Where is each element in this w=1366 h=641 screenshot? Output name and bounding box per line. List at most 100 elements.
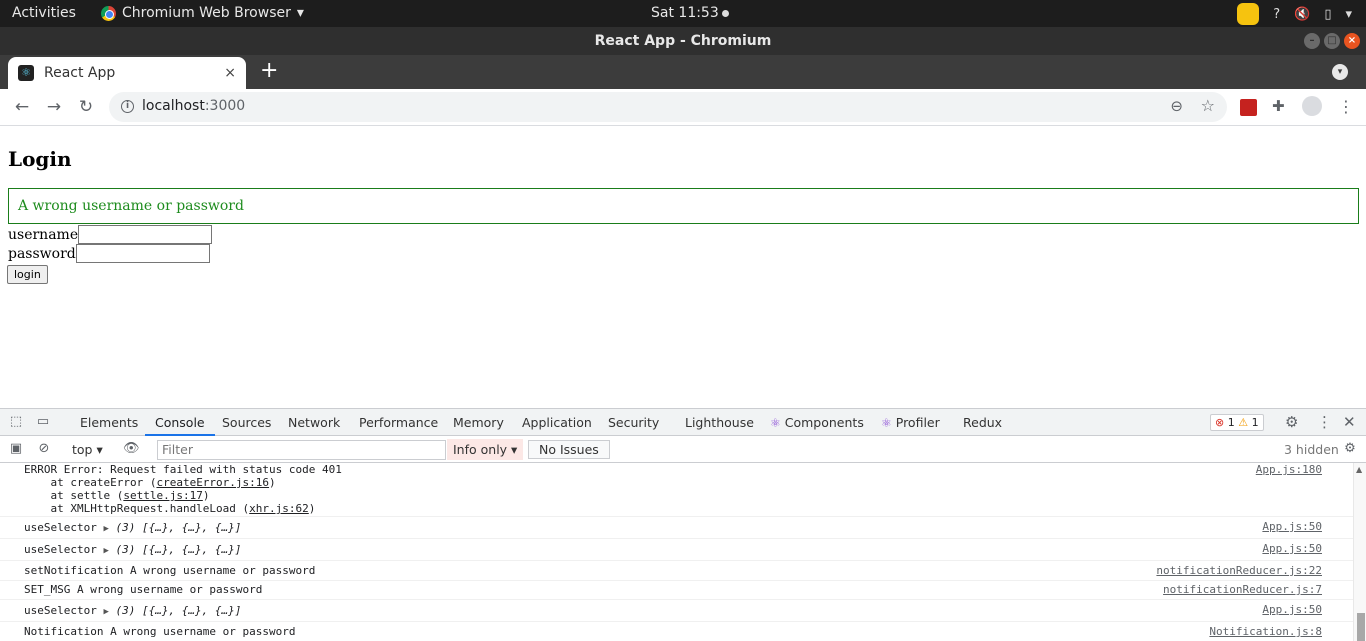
sidebar-toggle-icon[interactable]: ▣: [8, 441, 24, 457]
profile-avatar-icon[interactable]: [1302, 96, 1322, 116]
stack-frame-text: at settle (: [24, 489, 124, 502]
live-expression-eye-icon[interactable]: 👁: [123, 441, 140, 457]
stack-frame-text: at createError (: [24, 476, 157, 489]
devtools-more-icon[interactable]: ⋮: [1317, 413, 1332, 431]
browser-menu-icon[interactable]: ⋮: [1338, 97, 1355, 116]
console-error-message: ERROR Error: Request failed with status …: [0, 463, 1353, 517]
close-window-icon[interactable]: ×: [1344, 33, 1360, 49]
tab-lighthouse[interactable]: Lighthouse: [685, 409, 754, 436]
clock[interactable]: Sat 11:53: [651, 5, 729, 21]
tab-redux[interactable]: Redux: [963, 409, 1002, 436]
console-log-row: Notification A wrong username or passwor…: [0, 622, 1353, 641]
app-menu[interactable]: Chromium Web Browser ▾: [101, 5, 304, 21]
notification-message: A wrong username or password: [8, 188, 1359, 224]
stack-frame-close: ): [308, 502, 316, 515]
help-icon[interactable]: ?: [1273, 7, 1280, 22]
tab-performance[interactable]: Performance: [359, 409, 438, 436]
issues-button[interactable]: No Issues: [528, 440, 610, 459]
tab-strip: ⚛ React App × + ▾: [0, 55, 1366, 89]
tab-console[interactable]: Console: [145, 409, 215, 436]
url-port: :3000: [204, 98, 246, 114]
minimize-icon[interactable]: –: [1304, 33, 1320, 49]
address-bar[interactable]: i localhost:3000 ⊖ ☆: [109, 92, 1227, 122]
context-selector[interactable]: top ▾: [72, 442, 103, 457]
username-input[interactable]: [78, 225, 213, 244]
site-info-icon[interactable]: i: [121, 100, 134, 113]
source-link[interactable]: notificationReducer.js:22: [1156, 564, 1322, 577]
reload-button[interactable]: ↻: [76, 97, 96, 117]
log-label: Notification A wrong username or passwor…: [24, 625, 296, 638]
tab-profiler-label: Profiler: [895, 415, 940, 430]
devtools-settings-gear-icon[interactable]: ⚙: [1285, 413, 1298, 431]
log-levels-dropdown[interactable]: Info only ▾: [447, 439, 524, 460]
console-settings-gear-icon[interactable]: ⚙: [1342, 441, 1358, 457]
inspect-element-icon[interactable]: ⬚: [8, 414, 24, 430]
bookmark-star-icon[interactable]: ☆: [1201, 96, 1215, 115]
forward-button[interactable]: →: [44, 97, 64, 117]
password-label: password: [8, 245, 76, 262]
console-scrollbar[interactable]: ▲: [1353, 463, 1366, 641]
tab-components[interactable]: ⚛ Components: [770, 409, 864, 436]
tab-profiler[interactable]: ⚛ Profiler: [881, 409, 940, 436]
expand-triangle-icon[interactable]: ▶: [103, 524, 108, 534]
tab-close-icon[interactable]: ×: [224, 65, 236, 81]
tab-memory[interactable]: Memory: [453, 409, 504, 436]
scrollbar-thumb[interactable]: [1357, 613, 1365, 641]
clear-console-icon[interactable]: ⊘: [36, 441, 52, 457]
warning-count: 1: [1251, 416, 1259, 429]
log-object[interactable]: (3) [{…}, {…}, {…}]: [116, 521, 242, 534]
stack-frame-close: ): [202, 489, 210, 502]
system-menu-chevron-icon[interactable]: ▾: [1345, 7, 1352, 22]
tab-sources[interactable]: Sources: [222, 409, 271, 436]
issue-counter[interactable]: ⊗ 1 ⚠ 1: [1210, 414, 1264, 431]
stack-frame-link[interactable]: xhr.js:62: [249, 502, 309, 515]
notification-dot-icon: [721, 9, 729, 17]
tab-security[interactable]: Security: [608, 409, 659, 436]
activities-button[interactable]: Activities: [12, 5, 76, 21]
stack-frame-link[interactable]: createError.js:16: [156, 476, 269, 489]
expand-triangle-icon[interactable]: ▶: [103, 546, 108, 556]
tab-search-icon[interactable]: ▾: [1332, 64, 1348, 80]
clock-label: Sat 11:53: [651, 5, 719, 21]
password-input[interactable]: [75, 244, 210, 263]
source-link[interactable]: App.js:180: [1256, 463, 1322, 476]
tab-react-app[interactable]: ⚛ React App ×: [8, 57, 246, 89]
expand-triangle-icon[interactable]: ▶: [103, 607, 108, 617]
device-toolbar-icon[interactable]: ▭: [35, 414, 51, 430]
source-link[interactable]: App.js:50: [1262, 520, 1322, 533]
timer-icon[interactable]: [1237, 3, 1260, 25]
tab-network[interactable]: Network: [288, 409, 340, 436]
system-tray[interactable]: ? 🔇 ▯ ▾: [1237, 3, 1352, 25]
tab-application[interactable]: Application: [522, 409, 592, 436]
source-link[interactable]: App.js:50: [1262, 603, 1322, 616]
context-label: top: [72, 442, 93, 457]
console-filter-bar: ▣ ⊘ top ▾ 👁 Filter Info only ▾ No Issues…: [0, 436, 1366, 463]
source-link[interactable]: Notification.js:8: [1209, 625, 1322, 638]
new-tab-button[interactable]: +: [260, 60, 278, 82]
back-button[interactable]: ←: [12, 97, 32, 117]
log-object[interactable]: (3) [{…}, {…}, {…}]: [116, 543, 242, 556]
url-text[interactable]: localhost:3000: [142, 98, 245, 114]
console-output[interactable]: ERROR Error: Request failed with status …: [0, 463, 1353, 641]
scroll-up-icon[interactable]: ▲: [1356, 465, 1362, 474]
window-title-bar: React App - Chromium – □ ×: [0, 27, 1366, 55]
source-link[interactable]: notificationReducer.js:7: [1163, 583, 1322, 596]
tab-elements[interactable]: Elements: [80, 409, 138, 436]
zoom-icon[interactable]: ⊖: [1170, 97, 1183, 115]
error-count: 1: [1227, 416, 1235, 429]
maximize-icon[interactable]: □: [1324, 33, 1340, 49]
console-filter-input[interactable]: Filter: [157, 440, 446, 460]
os-top-bar: Activities Chromium Web Browser ▾ Sat 11…: [0, 0, 1366, 27]
tab-components-label: Components: [784, 415, 864, 430]
console-log-row: useSelector ▶ (3) [{…}, {…}, {…}] App.js…: [0, 600, 1353, 622]
extension-icon[interactable]: [1240, 99, 1257, 116]
devtools-close-icon[interactable]: ✕: [1343, 413, 1356, 431]
log-label: SET_MSG A wrong username or password: [24, 583, 263, 596]
login-button[interactable]: login: [7, 265, 48, 284]
log-object[interactable]: (3) [{…}, {…}, {…}]: [116, 604, 242, 617]
extensions-puzzle-icon[interactable]: ✚: [1272, 97, 1289, 115]
error-line: ERROR Error: Request failed with status …: [24, 463, 342, 476]
username-label: username: [8, 226, 79, 243]
stack-frame-link[interactable]: settle.js:17: [123, 489, 202, 502]
source-link[interactable]: App.js:50: [1262, 542, 1322, 555]
